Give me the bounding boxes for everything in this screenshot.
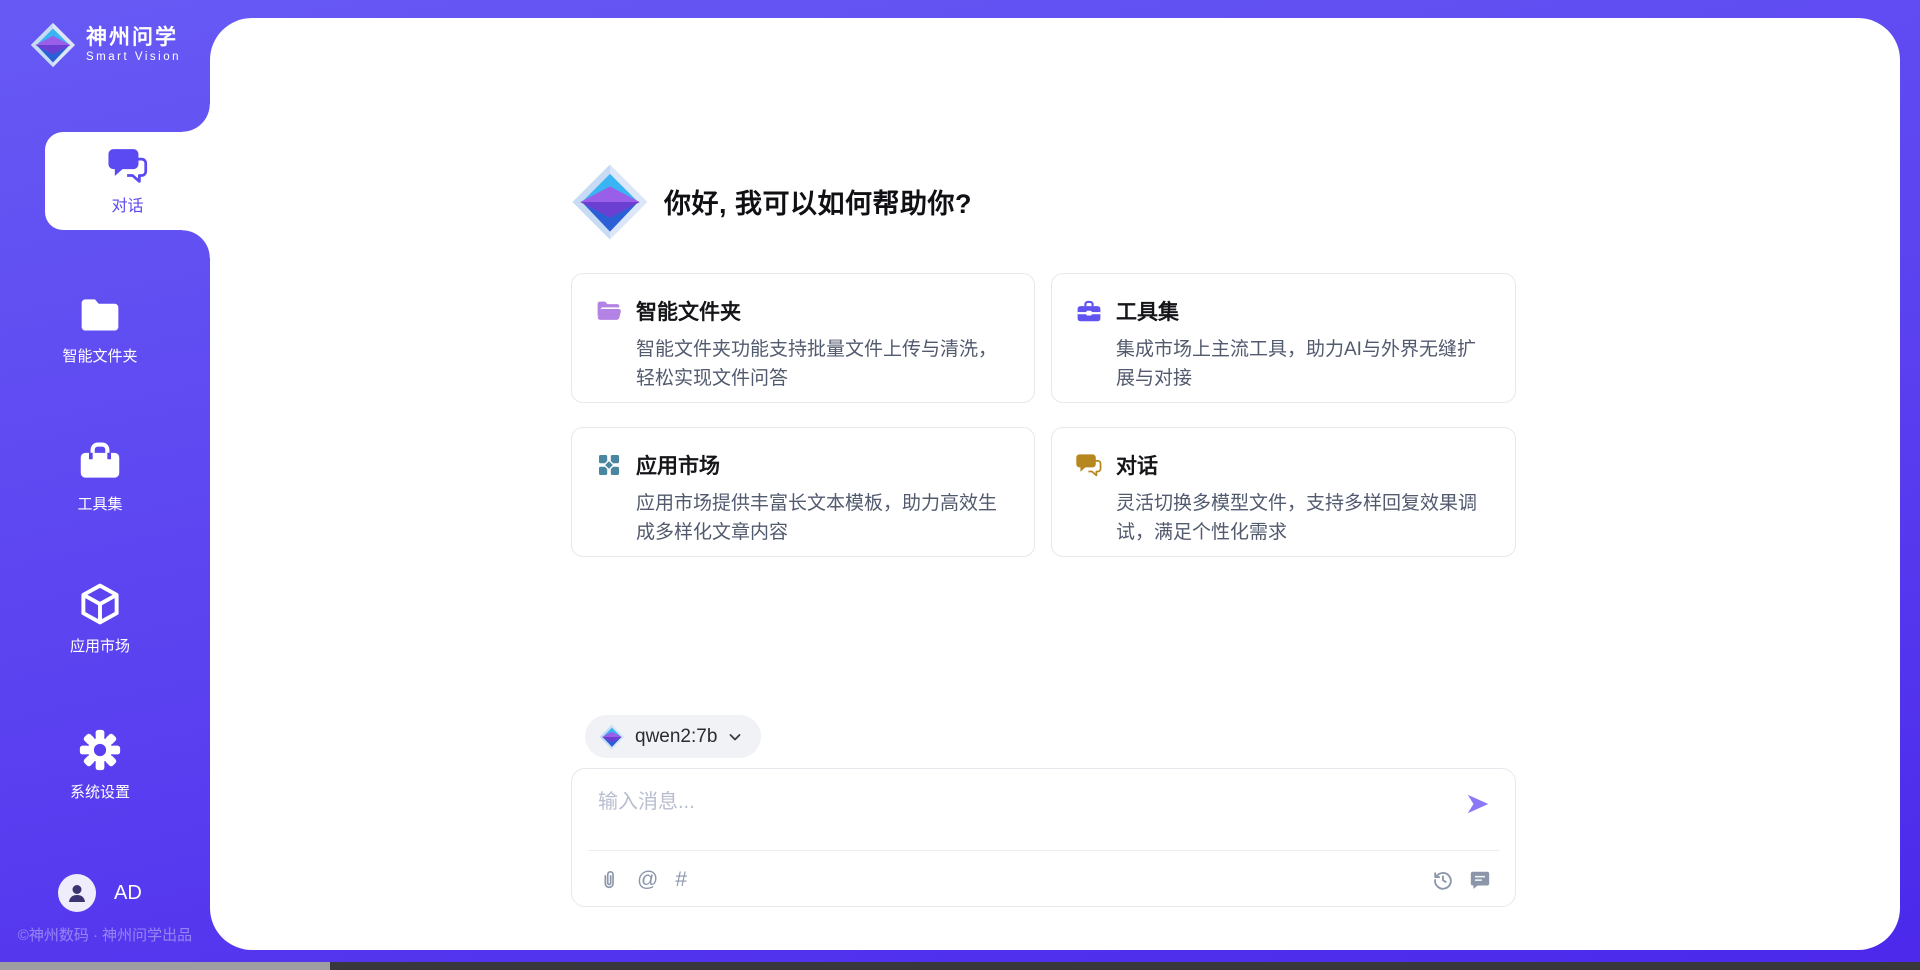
sidebar-item-label: 对话 — [111, 192, 143, 216]
chevron-down-icon — [727, 729, 743, 745]
history-button[interactable] — [1432, 869, 1454, 891]
card-chat[interactable]: 对话 灵活切换多模型文件，支持多样回复效果调试，满足个性化需求 — [1051, 427, 1516, 557]
paperclip-icon — [598, 869, 620, 891]
sidebar-item-label: 应用市场 — [70, 635, 130, 656]
diamond-gem-icon — [571, 161, 649, 243]
briefcase-icon — [78, 441, 122, 483]
card-smart-folder[interactable]: 智能文件夹 智能文件夹功能支持批量文件上传与清洗，轻松实现文件问答 — [571, 273, 1035, 403]
sidebar: 神州问学 Smart Vision 对话 智能文件夹 工具集 — [0, 0, 210, 970]
send-arrow-icon — [1465, 791, 1491, 817]
avatar — [58, 874, 96, 912]
card-title: 对话 — [1116, 450, 1158, 480]
comment-filled-icon — [1469, 869, 1491, 891]
feature-cards: 智能文件夹 智能文件夹功能支持批量文件上传与清洗，轻松实现文件问答 工具集 集成… — [571, 273, 1516, 557]
new-chat-button[interactable] — [1469, 869, 1491, 891]
gear-icon — [78, 729, 122, 771]
history-clock-icon — [1432, 869, 1454, 891]
chat-bubbles-icon — [108, 147, 148, 184]
brand-logo: 神州问学 Smart Vision — [30, 22, 181, 68]
sidebar-item-smart-folder[interactable]: 智能文件夹 — [0, 293, 200, 366]
greeting: 你好, 我可以如何帮助你? — [571, 160, 1516, 243]
card-description: 智能文件夹功能支持批量文件上传与清洗，轻松实现文件问答 — [636, 335, 1014, 393]
user-account[interactable]: AD — [58, 874, 142, 912]
topic-button[interactable]: # — [675, 869, 687, 891]
greeting-title: 你好, 我可以如何帮助你? — [664, 182, 972, 221]
user-initials: AD — [114, 882, 142, 905]
send-button[interactable] — [1465, 791, 1491, 817]
mention-button[interactable]: @ — [637, 869, 658, 891]
card-title: 工具集 — [1116, 296, 1179, 326]
brand-name: 神州问学 — [86, 26, 181, 50]
person-icon — [65, 881, 89, 905]
sidebar-item-label: 系统设置 — [70, 781, 130, 802]
card-title: 应用市场 — [636, 450, 720, 480]
sidebar-item-label: 智能文件夹 — [62, 345, 137, 366]
copyright-footer: ©神州数码 · 神州问学出品 — [0, 924, 210, 945]
horizontal-scrollbar[interactable] — [0, 962, 1920, 970]
toolbox-icon — [1076, 299, 1102, 323]
diamond-gem-icon — [30, 22, 76, 68]
attach-file-button[interactable] — [598, 869, 620, 891]
scrollbar-thumb[interactable] — [0, 962, 330, 970]
composer-divider — [588, 850, 1499, 851]
sidebar-item-app-market[interactable]: 应用市场 — [0, 583, 200, 656]
message-input[interactable] — [598, 785, 1445, 843]
app-grid-icon — [596, 453, 622, 477]
card-description: 集成市场上主流工具，助力AI与外界无缝扩展与对接 — [1116, 335, 1494, 393]
card-description: 应用市场提供丰富长文本模板，助力高效生成多样化文章内容 — [636, 489, 1014, 547]
sidebar-item-toolset[interactable]: 工具集 — [0, 441, 200, 514]
card-app-market[interactable]: 应用市场 应用市场提供丰富长文本模板，助力高效生成多样化文章内容 — [571, 427, 1035, 557]
sidebar-item-label: 工具集 — [77, 493, 122, 514]
chat-bubbles-icon — [1076, 453, 1102, 477]
cube-icon — [78, 583, 122, 625]
model-selector[interactable]: qwen2:7b — [585, 715, 761, 758]
main-panel: 你好, 我可以如何帮助你? 智能文件夹 智能文件夹功能支持批量文件上传与清洗，轻… — [210, 18, 1900, 950]
composer-toolbar: @ # — [598, 863, 1491, 897]
card-toolset[interactable]: 工具集 集成市场上主流工具，助力AI与外界无缝扩展与对接 — [1051, 273, 1516, 403]
card-description: 灵活切换多模型文件，支持多样回复效果调试，满足个性化需求 — [1116, 489, 1494, 547]
message-composer: @ # — [571, 768, 1516, 907]
folder-icon — [78, 293, 122, 335]
sidebar-item-settings[interactable]: 系统设置 — [0, 729, 200, 802]
brand-subtitle: Smart Vision — [86, 50, 181, 64]
diamond-gem-icon — [599, 723, 625, 751]
card-title: 智能文件夹 — [636, 296, 741, 326]
model-name: qwen2:7b — [635, 726, 717, 748]
sidebar-item-chat[interactable]: 对话 — [45, 132, 210, 230]
folder-icon — [596, 299, 622, 323]
